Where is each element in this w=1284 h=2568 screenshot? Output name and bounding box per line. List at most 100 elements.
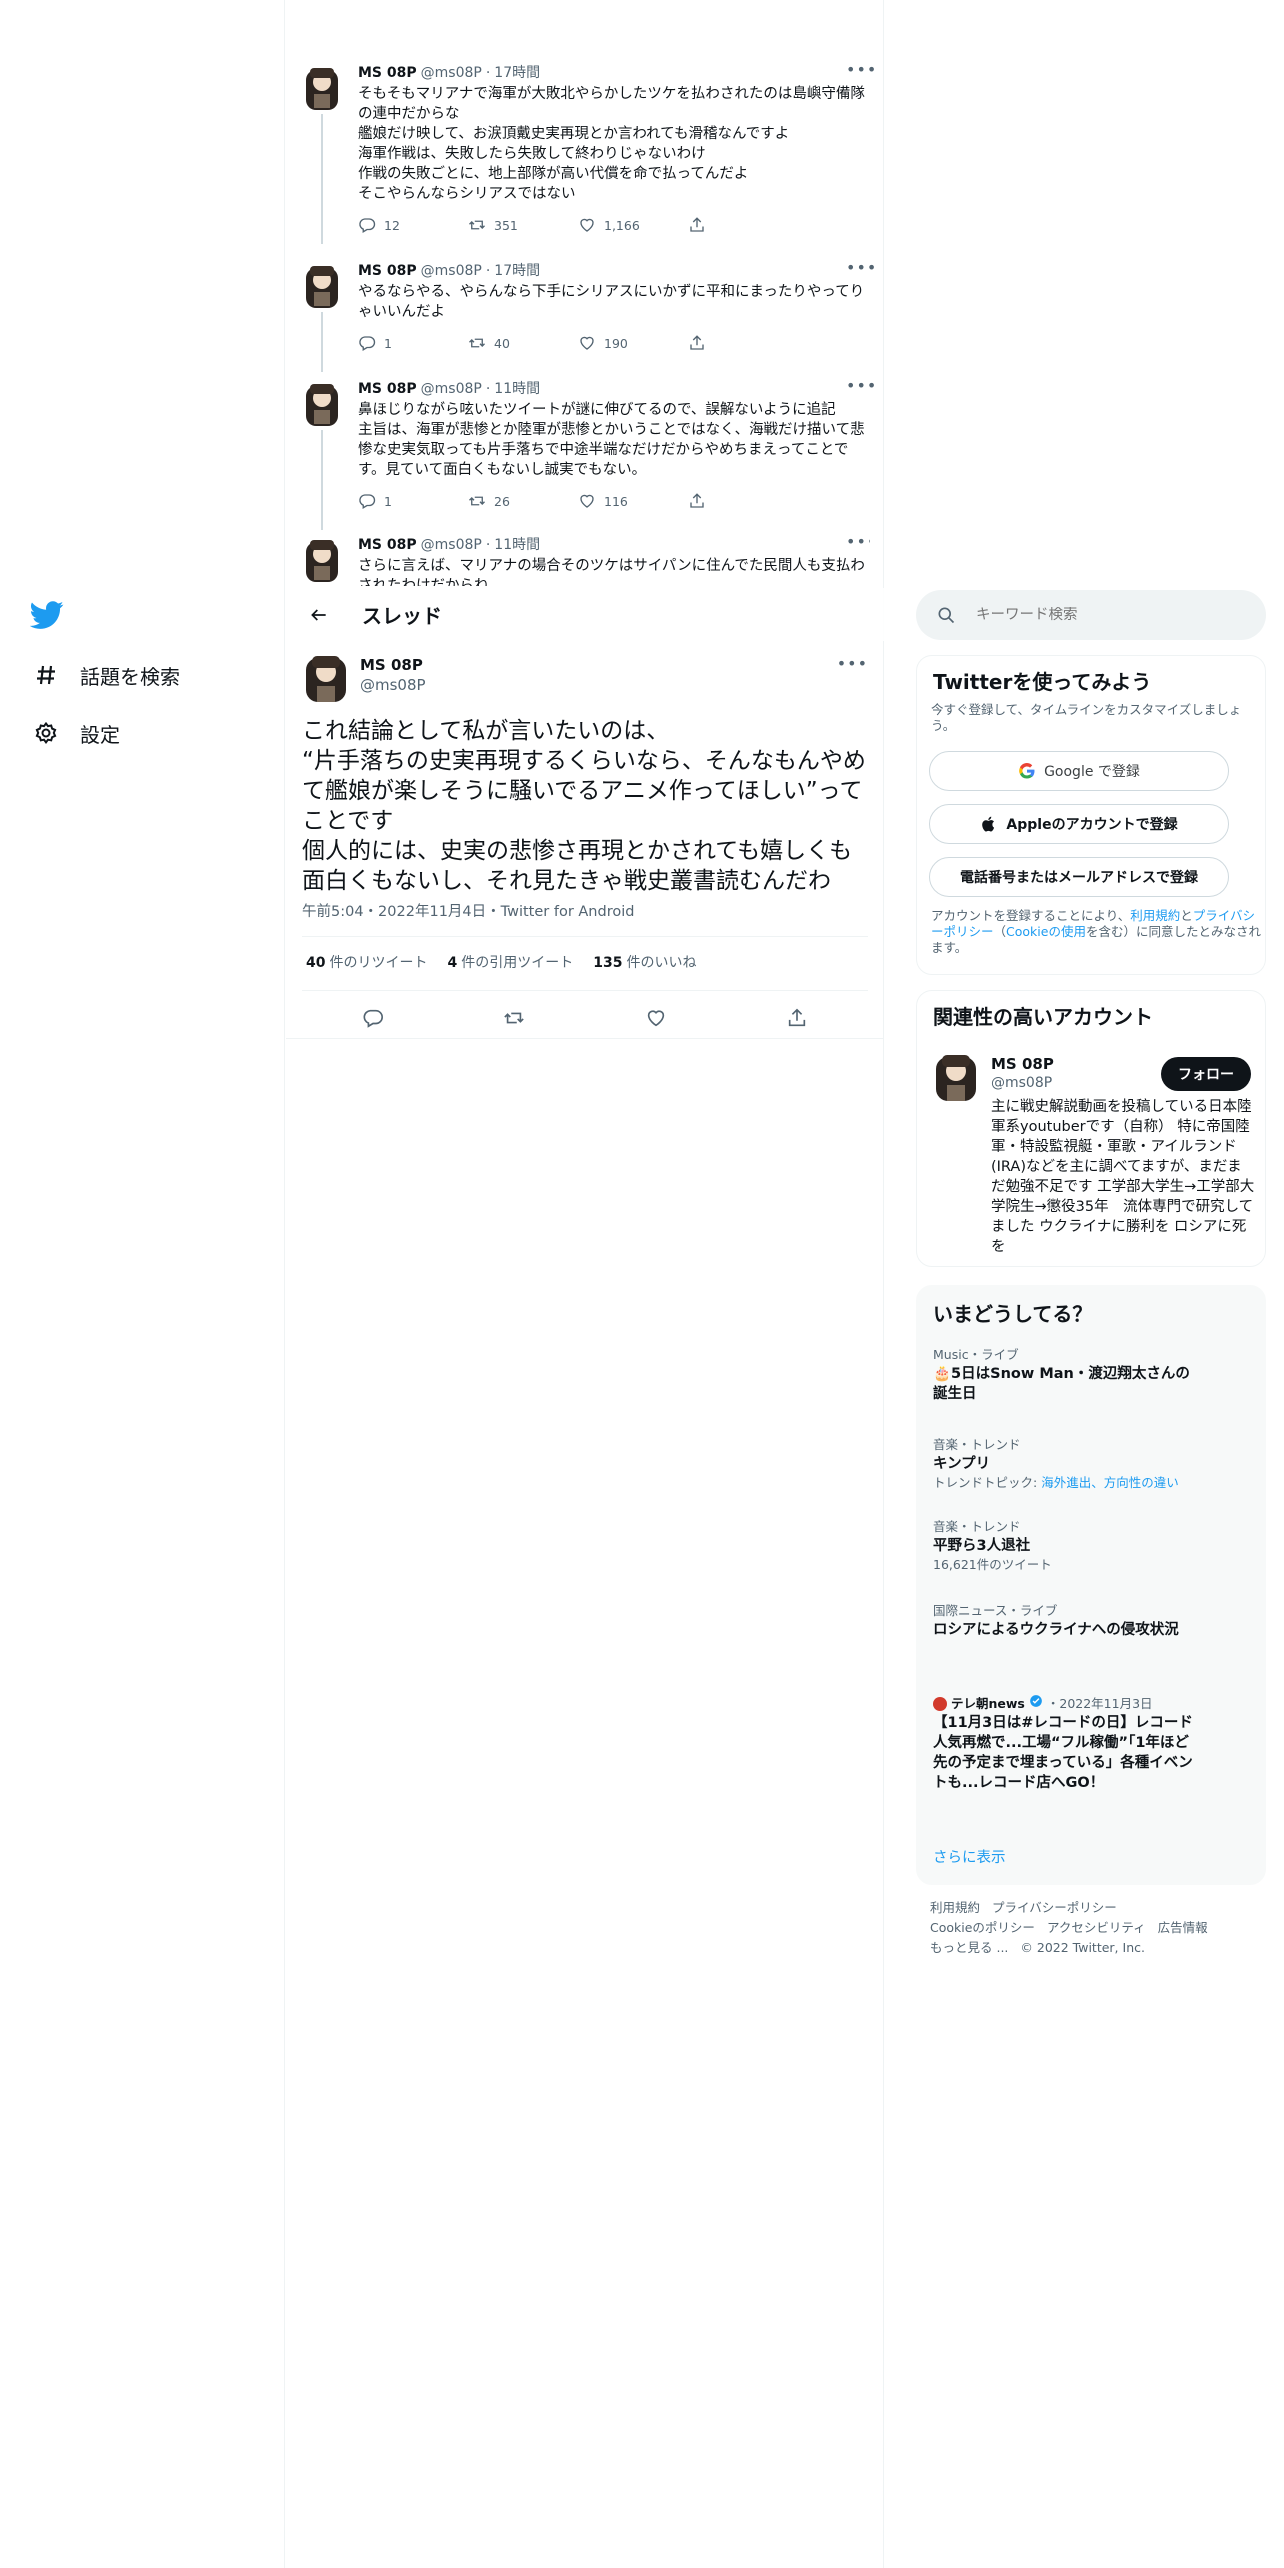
quote-stat[interactable]: 4 件の引用ツイート <box>447 952 573 972</box>
reply-count: 1 <box>384 335 392 351</box>
like-total: 135 <box>593 955 623 971</box>
footer-link[interactable]: プライバシーポリシー <box>992 1900 1117 1915</box>
like-stat[interactable]: 135 件のいいね <box>593 952 696 972</box>
news-item[interactable]: テレ朝news ・2022年11月3日 【11月3日は#レコードの日】レコード人… <box>933 1694 1193 1793</box>
signup-legal: アカウントを登録することにより、利用規約とプライバシーポリシー（Cookieの使… <box>931 908 1261 956</box>
author-name[interactable]: MS 08P <box>358 536 417 554</box>
nav-explore[interactable]: 話題を検索 <box>32 655 180 695</box>
phone-email-signup-button[interactable]: 電話番号またはメールアドレスで登録 <box>929 857 1229 897</box>
like-count: 1,166 <box>604 217 640 233</box>
terms-link[interactable]: 利用規約 <box>1130 908 1180 923</box>
timestamp[interactable]: 17時間 <box>494 262 540 280</box>
tweet-stats: 40 件のリツイート 4 件の引用ツイート 135 件のいいね <box>306 952 696 972</box>
follow-button[interactable]: フォロー <box>1161 1057 1251 1091</box>
reply-button[interactable]: 1 <box>358 492 468 510</box>
more-options-icon[interactable]: ••• <box>846 60 876 80</box>
reply-tweet[interactable]: MS 08P@ms08P·11時間 ••• さらに言えば、マリアナの場合そのツケ… <box>302 536 870 586</box>
footer-link[interactable]: もっと見る ... <box>930 1940 1008 1955</box>
author-handle[interactable]: @ms08P <box>421 380 482 398</box>
author-name[interactable]: MS 08P <box>358 380 417 398</box>
heart-icon <box>580 218 594 232</box>
timestamp[interactable]: 11時間 <box>494 380 540 398</box>
apple-signup-button[interactable]: Appleのアカウントで登録 <box>929 804 1229 844</box>
more-options-icon[interactable]: ••• <box>837 654 868 673</box>
signup-card: Twitterを使ってみよう 今すぐ登録して、タイムラインをカスタマイズしましょ… <box>916 655 1266 975</box>
tweet-text: これ結論として私が言いたいのは、 “片手落ちの史実再現するくらいなら、そんなもん… <box>302 718 866 894</box>
cookie-link[interactable]: Cookieの使用 <box>1006 924 1086 939</box>
retweet-icon <box>469 220 485 230</box>
like-button[interactable]: 190 <box>578 334 688 352</box>
legal-open-paren: （ <box>993 924 1007 939</box>
more-options-icon[interactable]: ••• <box>846 536 870 552</box>
sidebar-right: Twitterを使ってみよう 今すぐ登録して、タイムラインをカスタマイズしましょ… <box>900 0 1284 2568</box>
retweet-icon <box>504 1012 525 1024</box>
reply-button[interactable]: 12 <box>358 216 468 234</box>
author-handle[interactable]: @ms08P <box>421 536 482 554</box>
nav-settings[interactable]: 設定 <box>32 713 120 753</box>
reply-tweet[interactable]: MS 08P @ms08P · 11時間 ••• 鼻ほじりながら呟いたツイートが謎に伸… <box>302 376 876 530</box>
author-name[interactable]: MS 08P <box>358 64 417 82</box>
trend-category: 音楽・トレンド <box>933 1437 1021 1452</box>
avatar[interactable] <box>302 652 350 704</box>
apple-icon <box>982 816 995 832</box>
show-more-link[interactable]: さらに表示 <box>933 1846 1006 1867</box>
tweet-text: そもそもマリアナで海軍が大敗北やらかしたツケを払わされたのは島嶼守備隊の連中だか… <box>358 86 865 202</box>
like-button[interactable]: 116 <box>578 492 688 510</box>
nav-settings-label: 設定 <box>80 722 120 747</box>
avatar[interactable] <box>302 262 342 310</box>
apple-signup-label: Appleのアカウントで登録 <box>1006 817 1178 833</box>
share-button[interactable] <box>688 216 798 234</box>
retweet-button[interactable]: 351 <box>468 216 578 234</box>
timestamp[interactable]: 17時間 <box>494 64 540 82</box>
author-handle[interactable]: @ms08P <box>421 64 482 82</box>
signup-title: Twitterを使ってみよう <box>933 670 1152 694</box>
twitter-logo-icon[interactable] <box>29 598 66 634</box>
share-button[interactable] <box>688 334 798 352</box>
author-name[interactable]: MS 08P <box>358 262 417 280</box>
related-handle[interactable]: @ms08P <box>991 1075 1052 1091</box>
trend-item[interactable]: 音楽・トレンド キンプリ トレンドトピック: 海外進出、方向性の違い <box>933 1436 1193 1492</box>
like-button[interactable] <box>636 998 676 1038</box>
footer-link[interactable]: アクセシビリティ <box>1047 1920 1146 1935</box>
author-handle[interactable]: @ms08P <box>360 676 426 694</box>
thread-line <box>321 430 323 530</box>
more-options-icon[interactable]: ••• <box>846 258 876 278</box>
trend-category: 音楽・トレンド <box>933 1519 1021 1534</box>
related-name[interactable]: MS 08P <box>991 1055 1054 1073</box>
nav-explore-label: 話題を検索 <box>80 664 180 689</box>
retweet-button[interactable]: 26 <box>468 492 578 510</box>
heart-icon <box>647 1010 664 1027</box>
search-input[interactable] <box>976 607 1236 623</box>
avatar[interactable] <box>933 1051 979 1103</box>
footer-link[interactable]: 利用規約 <box>930 1900 980 1915</box>
reply-button[interactable] <box>353 998 393 1038</box>
timestamp[interactable]: 11時間 <box>494 536 540 554</box>
retweet-button[interactable]: 40 <box>468 334 578 352</box>
avatar[interactable] <box>302 536 342 584</box>
trend-topics-link[interactable]: 海外進出、方向性の違い <box>1041 1475 1179 1490</box>
tweet-timestamp[interactable]: 午前5:04・2022年11月4日・Twitter for Android <box>302 900 634 921</box>
avatar[interactable] <box>302 64 342 112</box>
retweet-total: 40 <box>306 955 326 971</box>
trend-item[interactable]: 音楽・トレンド 平野ら3人退社 16,621件のツイート <box>933 1518 1193 1574</box>
google-signup-button[interactable]: Google で登録 <box>929 751 1229 791</box>
reply-tweet[interactable]: MS 08P @ms08P · 17時間 ••• やるならやる、やらんなら下手にシリア… <box>302 258 876 372</box>
more-options-icon[interactable]: ••• <box>846 376 876 396</box>
share-button[interactable] <box>688 492 798 510</box>
footer: 利用規約 プライバシーポリシー Cookieのポリシー アクセシビリティ 広告情報 も… <box>930 1898 1260 1958</box>
author-name[interactable]: MS 08P <box>360 656 423 674</box>
share-button[interactable] <box>777 998 817 1038</box>
retweet-stat[interactable]: 40 件のリツイート <box>306 952 427 972</box>
retweet-button[interactable] <box>494 998 534 1038</box>
trend-item[interactable]: Music・ライブ 🎂5日はSnow Man・渡辺翔太さんの誕生日 <box>933 1346 1193 1404</box>
like-button[interactable]: 1,166 <box>578 216 688 234</box>
footer-link[interactable]: Cookieのポリシー <box>930 1920 1035 1935</box>
reply-tweet[interactable]: MS 08P @ms08P · 17時間 ••• そもそもマリアナで海軍が大敗北やらか… <box>302 60 876 244</box>
author-handle[interactable]: @ms08P <box>421 262 482 280</box>
avatar[interactable] <box>302 380 342 428</box>
trend-item[interactable]: 国際ニュース・ライブ ロシアによるウクライナへの侵攻状況 <box>933 1602 1193 1640</box>
back-arrow-icon[interactable] <box>302 598 336 632</box>
reply-button[interactable]: 1 <box>358 334 468 352</box>
footer-link[interactable]: 広告情報 <box>1158 1920 1208 1935</box>
search-bar[interactable] <box>916 590 1266 640</box>
